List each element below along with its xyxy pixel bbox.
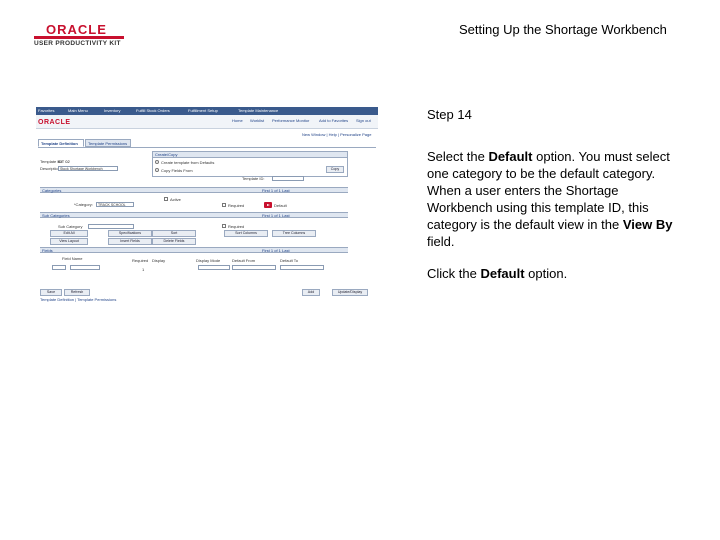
sub-category-input[interactable]	[88, 224, 134, 229]
copy-template-id-label: Template ID:	[242, 176, 265, 181]
copy-fields-radio[interactable]	[155, 168, 159, 172]
top-nav-bar: Favorites Main Menu Inventory Fulfill St…	[36, 107, 378, 115]
row-seq-input[interactable]	[52, 265, 66, 270]
row-default-to-select[interactable]	[280, 265, 324, 270]
nav-item[interactable]: Fulfillment Setup	[188, 108, 218, 113]
para1-run: field.	[427, 234, 455, 249]
logo-bar	[34, 36, 124, 39]
col-required: Required	[132, 258, 149, 263]
view-layout-button[interactable]: View Layout	[50, 238, 88, 245]
col-field-name: Field Name	[62, 256, 83, 261]
para2-run: Click the	[427, 266, 481, 281]
categories-header: Categories First 1 of 1 Last	[40, 187, 348, 193]
brand-link[interactable]: Sign out	[356, 118, 371, 123]
sub-categories-title: Sub Categories	[42, 213, 70, 218]
row-field-name-input[interactable]	[70, 265, 100, 270]
insert-fields-button[interactable]: Insert Fields	[108, 238, 152, 245]
sort-button[interactable]: Sort	[152, 230, 196, 237]
page-title: Setting Up the Shortage Workbench	[459, 22, 667, 37]
sub-required-checkbox[interactable]	[222, 224, 226, 228]
col-display-mode: Display Mode	[196, 258, 221, 263]
copy-button[interactable]: Copy	[326, 166, 344, 173]
template-id-value: KIT 02	[58, 159, 70, 164]
click-instruction: Click the Default option.	[427, 265, 685, 282]
row-default-from-select[interactable]	[232, 265, 276, 270]
create-defaults-label: Create template from Defaults	[161, 160, 215, 165]
tab-template-definition[interactable]: Template Definition	[38, 139, 84, 147]
nav-item[interactable]: Inventory	[104, 108, 120, 113]
col-default-from: Default From	[232, 258, 256, 263]
save-button[interactable]: Save	[40, 289, 62, 296]
row-value: 1	[142, 267, 145, 272]
logo-wordmark: ORACLE	[46, 22, 107, 37]
brand-link[interactable]: Home	[232, 118, 243, 123]
copy-template-id-input[interactable]	[272, 176, 304, 181]
categories-title: Categories	[42, 188, 62, 193]
update-display-button[interactable]: Update/Display	[332, 289, 368, 296]
logo-subtitle: USER PRODUCTIVITY KIT	[34, 40, 121, 47]
instruction-paragraph: Select the Default option. You must sele…	[427, 148, 685, 250]
sub-required-label: Required	[228, 224, 245, 229]
nav-item[interactable]: Main Menu	[68, 108, 88, 113]
sort-columns-button[interactable]: Sort Columns	[224, 230, 268, 237]
application-screenshot: Favorites Main Menu Inventory Fulfill St…	[36, 107, 378, 303]
refresh-button[interactable]: Refresh	[64, 289, 90, 296]
sub-categories-nav[interactable]: First 1 of 1 Last	[262, 213, 290, 218]
default-radio-highlight[interactable]	[264, 202, 272, 208]
active-checkbox[interactable]	[164, 197, 168, 201]
mini-oracle-logo: ORACLE	[38, 119, 71, 126]
brand-link[interactable]: Performance Monitor	[272, 118, 309, 123]
col-default-to: Default To	[280, 258, 298, 263]
brand-link[interactable]: Add to Favorites	[319, 118, 348, 123]
col-display: Display	[152, 258, 166, 263]
sub-categories-header: Sub Categories First 1 of 1 Last	[40, 212, 348, 218]
para1-run: Select the	[427, 149, 489, 164]
add-button[interactable]: Add	[302, 289, 320, 296]
nav-item[interactable]: Favorites	[38, 108, 54, 113]
fields-grid-title: Fields	[42, 248, 53, 253]
create-copy-header: Create/Copy	[155, 152, 178, 157]
category-label: *Category:	[74, 202, 93, 207]
para2-run: Default	[480, 266, 525, 281]
copy-fields-label: Copy Fields From	[161, 168, 193, 173]
fields-grid-header: Fields First 1 of 1 Last	[40, 247, 348, 253]
bottom-links[interactable]: Template Definition | Template Permissio…	[40, 297, 116, 302]
para1-run: Default	[488, 149, 533, 164]
fields-grid-nav[interactable]: First 1 of 1 Last	[262, 248, 290, 253]
tab-divider	[38, 147, 376, 148]
description-input[interactable]: Stock Shortage Workbench	[58, 166, 118, 171]
new-window-link[interactable]: New Window | Help | Personalize Page	[302, 132, 371, 137]
sub-category-label: Sub Category	[58, 224, 83, 229]
brand-bar: ORACLE Home Worklist Performance Monitor…	[36, 115, 378, 129]
default-label: Default	[274, 203, 287, 208]
edit-all-button[interactable]: Edit All	[50, 230, 88, 237]
active-label: Active	[170, 197, 181, 202]
create-defaults-radio[interactable]	[155, 160, 159, 164]
row-display-mode-select[interactable]	[198, 265, 230, 270]
category-input[interactable]: TRACK SCHOOL	[96, 202, 134, 207]
required-label: Required	[228, 203, 245, 208]
step-label: Step 14	[427, 107, 472, 122]
nav-item[interactable]: Template Maintenance	[238, 108, 278, 113]
tree-columns-button[interactable]: Tree Columns	[272, 230, 316, 237]
para1-run: View By	[622, 217, 673, 232]
para2-run: option.	[524, 266, 568, 281]
brand-link[interactable]: Worklist	[250, 118, 264, 123]
oracle-upk-logo: ORACLE USER PRODUCTIVITY KIT	[34, 22, 126, 48]
tab-template-permissions[interactable]: Template Permissions	[85, 139, 131, 147]
nav-item[interactable]: Fulfill Stock Orders	[136, 108, 170, 113]
required-checkbox[interactable]	[222, 203, 226, 207]
link-row: New Window | Help | Personalize Page	[36, 131, 378, 138]
delete-fields-button[interactable]: Delete Fields	[152, 238, 196, 245]
categories-nav[interactable]: First 1 of 1 Last	[262, 188, 290, 193]
specifications-button[interactable]: Specifications	[108, 230, 152, 237]
